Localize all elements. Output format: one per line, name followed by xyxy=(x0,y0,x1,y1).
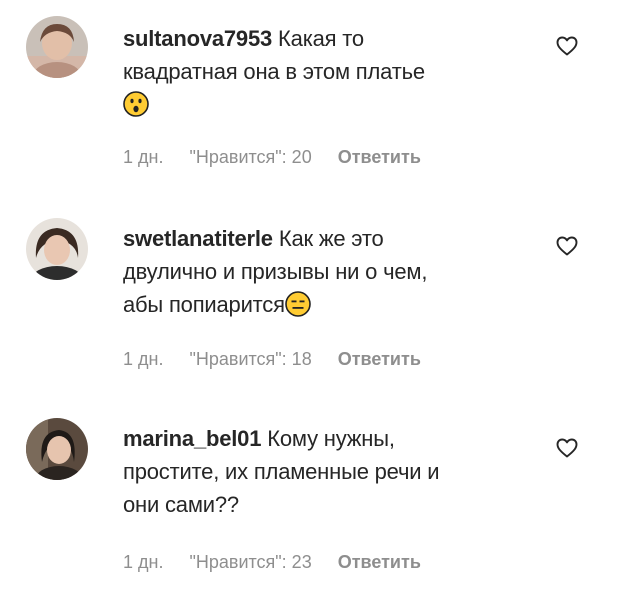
comment-text: простите, их пламенные речи и xyxy=(123,459,440,484)
comment-text: Кому нужны, xyxy=(267,426,395,451)
comment-text: они сами?? xyxy=(123,492,239,517)
surprised-face-emoji xyxy=(123,91,149,126)
comment-time[interactable]: 1 дн. xyxy=(123,349,163,369)
comment-body: sultanova7953 Какая то квадратная она в э… xyxy=(123,22,523,126)
comment-meta: 1 дн. "Нравится": 20 Ответить xyxy=(123,147,421,168)
comment-text: двулично и призывы ни о чем, xyxy=(123,259,428,284)
comment-item: marina_bel01 Кому нужны, простите, их пла… xyxy=(0,400,620,600)
reply-button[interactable]: Ответить xyxy=(338,349,421,369)
heart-outline-icon[interactable] xyxy=(555,234,579,258)
avatar[interactable] xyxy=(26,418,88,480)
comment-likes[interactable]: "Нравится": 20 xyxy=(189,147,311,167)
comment-username[interactable]: swetlanatiterle xyxy=(123,226,273,251)
reply-button[interactable]: Ответить xyxy=(338,147,421,167)
comment-body: swetlanatiterle Как же это двулично и при… xyxy=(123,222,523,326)
avatar[interactable] xyxy=(26,218,88,280)
heart-outline-icon[interactable] xyxy=(555,436,579,460)
comment-likes[interactable]: "Нравится": 18 xyxy=(189,349,311,369)
comment-text: Какая то xyxy=(278,26,364,51)
comment-text: Как же это xyxy=(278,226,384,251)
comment-likes[interactable]: "Нравится": 23 xyxy=(189,552,311,572)
comment-meta: 1 дн. "Нравится": 18 Ответить xyxy=(123,349,421,370)
comment-body: marina_bel01 Кому нужны, простите, их пла… xyxy=(123,422,523,521)
avatar[interactable] xyxy=(26,16,88,78)
comment-text: квадратная она в этом платье xyxy=(123,59,425,84)
comment-username[interactable]: sultanova7953 xyxy=(123,26,272,51)
expressionless-face-emoji xyxy=(285,291,311,326)
comment-text: абы попиарится xyxy=(123,292,285,317)
comment-item: sultanova7953 Какая то квадратная она в э… xyxy=(0,0,620,200)
comment-username[interactable]: marina_bel01 xyxy=(123,426,261,451)
comment-time[interactable]: 1 дн. xyxy=(123,552,163,572)
reply-button[interactable]: Ответить xyxy=(338,552,421,572)
comment-item: swetlanatiterle Как же это двулично и при… xyxy=(0,200,620,400)
comment-time[interactable]: 1 дн. xyxy=(123,147,163,167)
heart-outline-icon[interactable] xyxy=(555,34,579,58)
comment-meta: 1 дн. "Нравится": 23 Ответить xyxy=(123,552,421,573)
